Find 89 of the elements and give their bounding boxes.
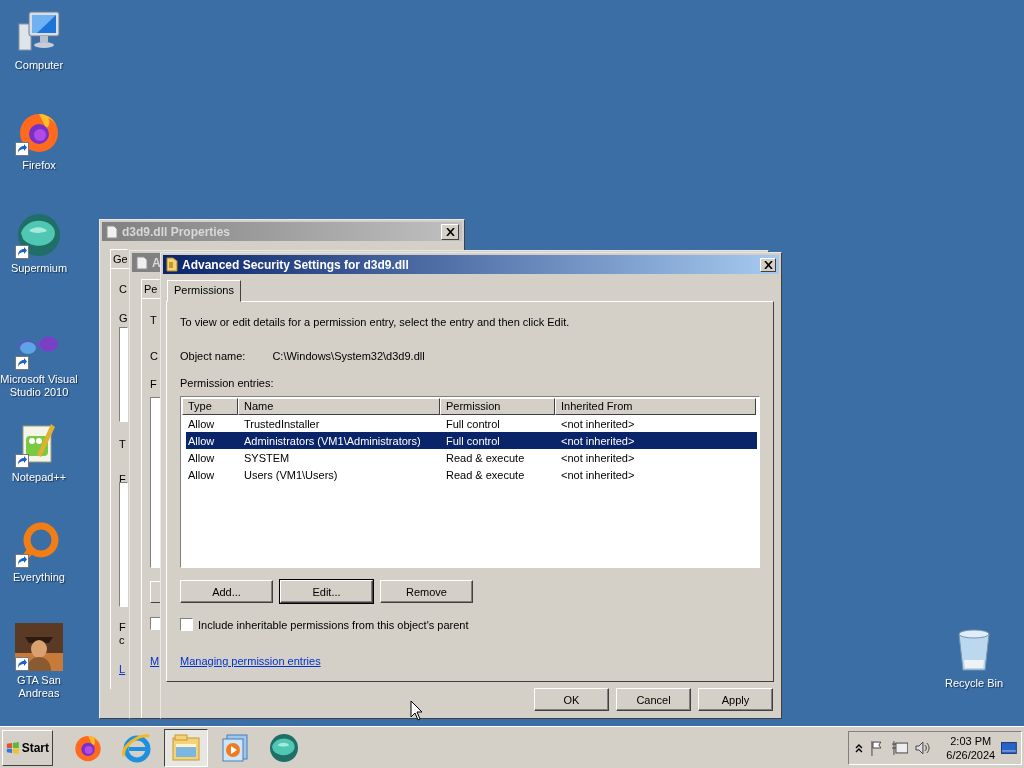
desktop-icon-label: Notepad++ xyxy=(11,471,67,484)
play-icon xyxy=(219,731,251,764)
column-header[interactable]: Name xyxy=(238,398,440,415)
checkbox[interactable] xyxy=(150,617,161,630)
desktop-icon-label: Everything xyxy=(13,571,65,584)
table-cell-text: <not inherited> xyxy=(560,468,636,481)
table-cell-text: Allow xyxy=(187,434,216,447)
object-name-value: C:\Windows\System32\d3d9.dll xyxy=(272,350,425,362)
window-title: A xyxy=(152,255,161,270)
network-icon[interactable] xyxy=(890,739,909,756)
section-label: Permission entries: xyxy=(180,377,274,389)
desktop-icon-label: Recycle Bin xyxy=(944,677,1004,690)
dialog-button[interactable]: OK xyxy=(534,688,609,711)
help-link[interactable]: Managing permission entries xyxy=(180,655,321,667)
permission-row[interactable]: Allow SYSTEM Read & execute <not inherited> xyxy=(186,449,757,466)
cut-off-text: G xyxy=(119,311,128,325)
permission-row[interactable]: Allow TrustedInstaller Full control <not inherited> xyxy=(186,415,757,432)
cut-off-text: F xyxy=(150,377,157,391)
file-icon xyxy=(135,255,149,270)
e-letter-globe-icon xyxy=(121,731,153,764)
close-icon xyxy=(763,260,773,269)
entry-button[interactable]: Edit... xyxy=(280,580,373,603)
field-label: Object name: xyxy=(180,350,246,362)
table-cell-text: TrustedInstaller xyxy=(243,417,321,430)
checkbox-label: Include inheritable permissions from this object's parent xyxy=(198,618,469,631)
window-title: d3d9.dll Properties xyxy=(122,224,231,239)
table-cell-text: Read & execute xyxy=(445,451,526,464)
cut-off-text: T xyxy=(150,313,157,327)
close-button[interactable] xyxy=(760,257,776,272)
link[interactable]: M xyxy=(150,654,160,668)
swirl-globe-icon xyxy=(268,731,300,764)
taskbar-button[interactable] xyxy=(164,728,208,767)
instructions-text: To view or edit details for a permission entry, select the entry and then click Edit. xyxy=(180,316,570,328)
window-title: Advanced Security Settings for d3d9.dll xyxy=(182,257,409,272)
mouse-cursor-icon xyxy=(410,700,423,721)
table-cell-text: Allow xyxy=(187,468,216,481)
show-desktop-icon[interactable] xyxy=(1001,740,1017,755)
cut-off-text: C xyxy=(119,282,127,296)
clock[interactable]: 2:03 PM 6/26/2024 xyxy=(946,733,996,762)
tab[interactable]: Permissions xyxy=(167,280,241,302)
entry-button[interactable]: Remove xyxy=(380,580,473,603)
table-cell-text: SYSTEM xyxy=(243,451,291,464)
column-header[interactable]: Permission xyxy=(440,398,555,415)
close-button[interactable] xyxy=(441,223,459,240)
list-box[interactable] xyxy=(150,397,161,568)
permission-list[interactable] xyxy=(180,396,760,568)
column-header[interactable]: Type xyxy=(182,398,238,415)
table-cell-text: Full control xyxy=(445,434,501,447)
cut-off-text: T xyxy=(119,437,126,451)
lock-file-icon xyxy=(166,257,178,272)
close-icon xyxy=(445,227,455,236)
file-icon xyxy=(105,224,119,239)
table-cell-text: Full control xyxy=(445,417,501,430)
tab[interactable]: Ge xyxy=(110,249,128,268)
table-cell-text: Read & execute xyxy=(445,468,526,481)
table-cell-text: <not inherited> xyxy=(560,451,636,464)
list-box[interactable] xyxy=(119,327,128,422)
desktop-icon-label: GTA San Andreas xyxy=(16,674,62,700)
chevron-up-icon[interactable] xyxy=(855,742,863,753)
entry-button[interactable]: Add... xyxy=(180,580,273,603)
desktop-icon-label: Computer xyxy=(14,59,64,72)
cut-off-text: c xyxy=(119,633,125,647)
table-cell-text: <not inherited> xyxy=(560,434,636,447)
tab[interactable]: Pe xyxy=(141,279,160,298)
folder-icon xyxy=(170,731,202,764)
table-cell-text: <not inherited> xyxy=(560,417,636,430)
table-cell-text: Users (VM1\Users) xyxy=(243,468,339,481)
table-cell-text: Allow xyxy=(187,451,216,464)
speaker-icon[interactable] xyxy=(914,739,933,756)
dialog-button[interactable]: Apply xyxy=(698,688,773,711)
start-button[interactable]: Start xyxy=(2,729,53,766)
dialog-button[interactable]: Cancel xyxy=(616,688,691,711)
permission-row[interactable]: Allow Users (VM1\Users) Read & execute <not inherited> xyxy=(186,466,757,483)
cut-off-text: F xyxy=(119,620,126,634)
table-cell-text: Administrators (VM1\Administrators) xyxy=(243,434,422,447)
desktop-icon-label: Firefox xyxy=(22,159,56,172)
flag-icon[interactable] xyxy=(868,739,885,756)
permission-row[interactable]: Allow Administrators (VM1\Administrators) Full control <not inherited> xyxy=(186,432,757,449)
column-header[interactable]: Inherited From xyxy=(555,398,756,415)
game-icon[interactable] xyxy=(15,623,63,671)
desktop-icon-label: Microsoft Visual Studio 2010 xyxy=(0,373,78,399)
list-box[interactable] xyxy=(119,482,128,607)
table-cell-text: Allow xyxy=(187,417,216,430)
link[interactable]: L xyxy=(119,662,126,676)
checkbox[interactable] xyxy=(180,618,193,631)
cut-off-text: C xyxy=(150,349,158,363)
desktop-icon-label: Supermium xyxy=(10,262,68,275)
button[interactable] xyxy=(150,581,161,603)
windows-flag-icon xyxy=(6,740,20,755)
